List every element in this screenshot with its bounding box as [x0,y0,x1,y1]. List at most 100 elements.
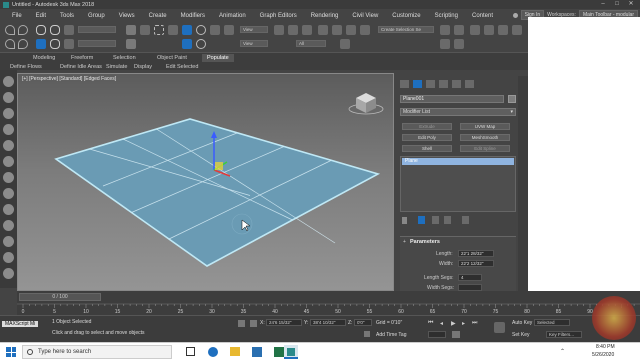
modifier-list-dropdown[interactable]: Modifier List ▾ [400,108,516,116]
rollout-title[interactable]: Parameters [410,239,440,245]
menu-graph-editors[interactable]: Graph Editors [260,13,297,19]
length-field[interactable]: 22'1 28/32" [458,250,494,257]
window-crossing-icon[interactable] [168,25,178,35]
menu-file[interactable]: File [12,13,22,19]
scene-explorer-icon[interactable] [484,25,494,35]
undo-row2-icon[interactable] [5,39,15,49]
subtab-display[interactable]: Display [132,63,154,71]
lock-selection-icon[interactable] [238,320,245,327]
select-manipulate-icon[interactable] [288,25,298,35]
time-config-icon[interactable] [452,331,460,338]
mirror-icon[interactable] [440,25,450,35]
hierarchy-icon[interactable] [64,39,74,49]
x-coordinate-field[interactable]: 24'6 15/32" [266,319,302,326]
rollout-collapse-icon[interactable]: + [403,239,406,245]
set-key-icon[interactable] [494,322,505,333]
filter-icon[interactable] [3,156,14,167]
pin-stack-icon[interactable] [402,217,407,224]
extrude-button[interactable]: Extrude [402,123,452,130]
edit-spline-button[interactable]: Edit Spline [460,145,510,152]
layer-explorer-icon[interactable] [470,25,480,35]
camera-icon[interactable] [3,252,14,263]
perspective-viewport[interactable]: [+] [Perspective] [Standard] [Edged Face… [17,73,394,291]
align-row2-icon[interactable] [454,39,464,49]
utilities-tab-icon[interactable] [465,80,474,88]
object-color-swatch[interactable] [508,95,516,103]
hide-icon[interactable] [3,172,14,183]
timeline-ruler[interactable]: 0 5 10 15 20 25 30 35 40 45 50 55 60 65 70 75 80 85 90 [17,303,640,314]
prev-frame-icon[interactable]: ◂ [440,320,443,327]
make-unique-icon[interactable] [432,216,439,224]
display-icon[interactable] [3,124,14,135]
selection-icon[interactable] [3,92,14,103]
windows-start-icon[interactable] [6,347,16,357]
menu-content[interactable]: Content [472,13,493,19]
pivot-center-icon[interactable] [274,25,284,35]
named-selection-set[interactable]: Create Selection Se [378,26,434,33]
time-tag-icon[interactable] [364,331,370,337]
clock-date[interactable]: 5/26/2020 [592,352,614,358]
redo-row2-icon[interactable] [18,39,28,49]
maximize-icon[interactable]: □ [610,0,624,9]
redo-icon[interactable] [18,25,28,35]
auto-key-button[interactable]: Auto Key [512,320,532,326]
create-tab-icon[interactable] [400,80,409,88]
z-coordinate-field[interactable]: 0'0" [354,319,372,326]
schematic-view-icon[interactable] [512,25,522,35]
scene-icon[interactable] [3,108,14,119]
select-move-icon[interactable] [182,25,192,35]
subtab-simulate[interactable]: Simulate [104,63,129,71]
select-link-icon[interactable] [36,39,46,49]
file-explorer-icon[interactable] [230,347,240,356]
select-object-icon[interactable] [126,25,136,35]
menu-customize[interactable]: Customize [392,13,420,19]
align-icon[interactable] [454,25,464,35]
y-coordinate-field[interactable]: 38'4 10/32" [310,319,346,326]
container-icon[interactable] [3,76,14,87]
view-row2-select[interactable]: View [240,40,268,47]
command-panel-scrollbar[interactable] [518,76,528,292]
menu-views[interactable]: Views [119,13,135,19]
next-frame-icon[interactable]: ▸ [462,320,465,327]
clock-time[interactable]: 8:40 PM [596,344,615,350]
remove-modifier-icon[interactable] [444,216,451,224]
shell-button[interactable]: Shell [402,145,452,152]
time-slider[interactable]: 0 / 100 [19,293,101,301]
reference-coordinate-select[interactable]: View [240,26,268,33]
plane-object[interactable] [54,118,381,267]
tab-object-paint[interactable]: Object Paint [152,54,192,62]
menu-create[interactable]: Create [149,13,167,19]
unlink-icon[interactable] [50,25,60,35]
select-rotate-icon[interactable] [196,25,206,35]
store-icon[interactable] [252,347,262,357]
select-scale-icon[interactable] [210,25,220,35]
menu-group[interactable]: Group [88,13,105,19]
move-row2-icon[interactable] [182,39,192,49]
link-row2-icon[interactable] [50,39,60,49]
play-icon[interactable]: ▶ [451,320,456,327]
helper-icon[interactable] [3,268,14,279]
task-view-icon[interactable] [186,347,195,356]
keyboard-shortcut-icon[interactable] [302,25,312,35]
minimize-icon[interactable]: – [596,0,610,9]
length-segs-field[interactable]: 4 [458,274,482,281]
tab-populate[interactable]: Populate [202,54,234,62]
menu-edit[interactable]: Edit [36,13,46,19]
all-filter-select[interactable]: All [296,40,326,47]
select-row2-icon[interactable] [126,39,136,49]
menu-scripting[interactable]: Scripting [435,13,458,19]
subtab-define-idle-areas[interactable]: Define Idle Areas [58,63,104,71]
tab-selection[interactable]: Selection [108,54,141,62]
tab-freeform[interactable]: Freeform [66,54,98,62]
selection-filter[interactable] [78,26,116,33]
add-time-tag[interactable]: Add Time Tag [376,332,406,338]
excel-icon[interactable] [274,347,284,357]
uvw-map-button[interactable]: UVW Map [460,123,510,130]
stack-item-plane[interactable]: Plane [402,158,514,165]
layers-icon[interactable] [3,140,14,151]
subtab-edit-selected[interactable]: Edit Selected [164,63,200,71]
3dsmax-taskbar-icon[interactable] [284,345,298,359]
hierarchy-tab-icon[interactable] [426,80,435,88]
link-icon[interactable] [36,25,46,35]
rotate-row2-icon[interactable] [196,39,206,49]
